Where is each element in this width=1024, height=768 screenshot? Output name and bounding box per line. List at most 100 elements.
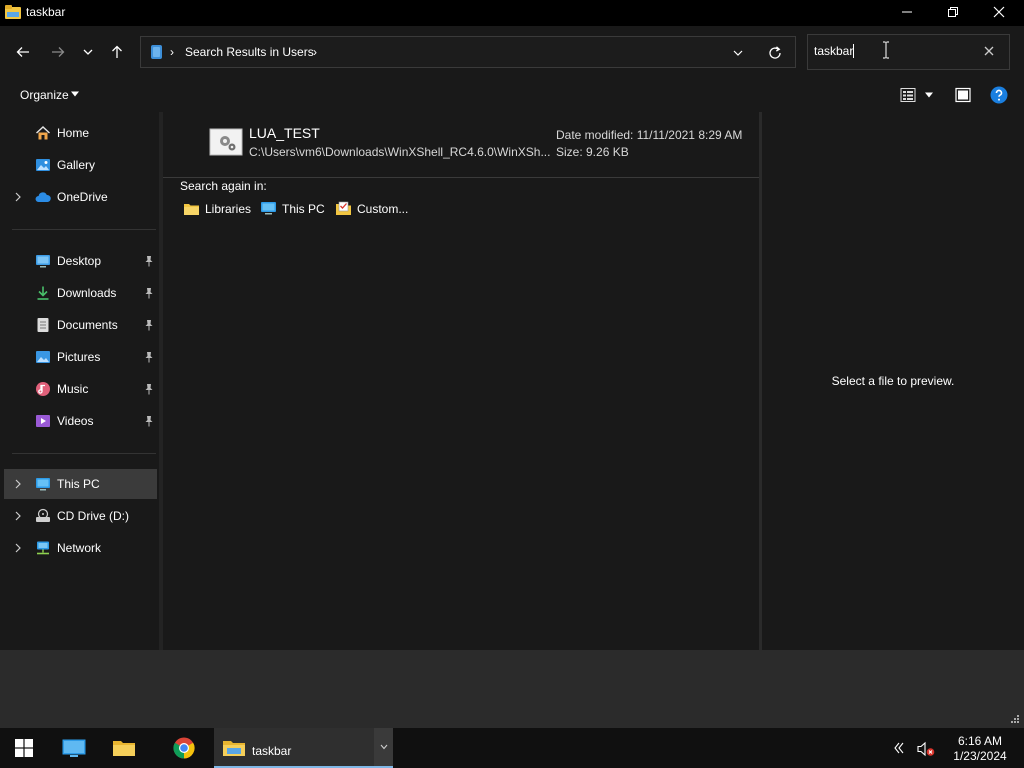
minimize-button[interactable] (884, 0, 930, 24)
sidebar-item-desktop[interactable]: Desktop (4, 246, 157, 276)
sidebar-item-home[interactable]: Home (4, 118, 157, 148)
chevron-right-icon[interactable] (14, 479, 22, 489)
search-box[interactable] (807, 34, 1010, 70)
restore-button[interactable] (930, 0, 976, 24)
taskbar-window-label: taskbar (252, 744, 292, 758)
sidebar-item-label: Gallery (57, 158, 96, 172)
recent-locations-button[interactable] (76, 40, 100, 64)
clock-time[interactable]: 6:16 AM (940, 734, 1020, 748)
address-dropdown-icon[interactable] (731, 46, 745, 60)
documents-icon (37, 318, 49, 332)
sidebar-item-label: Documents (57, 318, 118, 332)
pictures-icon (36, 351, 50, 363)
result-file-path: C:\Users\vm6\Downloads\WinXShell_RC4.6.0… (249, 145, 551, 159)
chevron-right-icon[interactable] (14, 511, 22, 521)
windows-logo-icon (15, 739, 33, 757)
pin-icon[interactable] (144, 415, 154, 427)
sidebar-item-label: Network (57, 541, 102, 555)
preview-pane-icon[interactable] (955, 87, 971, 103)
sidebar-item-gallery[interactable]: Gallery (4, 150, 157, 180)
arrow-up-icon (112, 45, 122, 58)
sidebar-item-onedrive[interactable]: OneDrive (4, 182, 157, 212)
navigation-pane: Home Gallery OneDrive Desktop Downloads … (4, 112, 160, 650)
arrow-left-icon (16, 47, 29, 57)
file-explorer-window: taskbar › Search Results in Users › task… (0, 0, 1024, 728)
sidebar-item-label: Desktop (57, 254, 102, 268)
view-options-caret-icon[interactable] (924, 91, 934, 99)
nav-divider (12, 453, 156, 454)
sidebar-item-downloads[interactable]: Downloads (4, 278, 157, 308)
clock-date[interactable]: 1/23/2024 (940, 749, 1020, 763)
sidebar-item-cd-drive[interactable]: CD Drive (D:) (4, 501, 157, 531)
taskbar-file-explorer-button[interactable] (102, 728, 146, 768)
sidebar-item-documents[interactable]: Documents (4, 310, 157, 340)
taskbar-desktop-button[interactable] (52, 728, 96, 768)
network-icon (37, 541, 49, 555)
search-again-label: Search again in: (180, 179, 267, 193)
folder-icon (113, 741, 135, 756)
pin-icon[interactable] (144, 255, 154, 267)
pin-icon[interactable] (144, 351, 154, 363)
breadcrumb-separator[interactable]: › (170, 45, 174, 59)
libraries-folder-icon (184, 204, 199, 215)
pin-icon[interactable] (144, 319, 154, 331)
search-again-item-label: This PC (282, 202, 325, 216)
results-divider (163, 177, 759, 178)
sidebar-item-label: Downloads (57, 286, 117, 300)
navigation-bar: › Search Results in Users › (0, 26, 1024, 76)
close-window-button[interactable] (976, 0, 1022, 24)
file-explorer-icon (5, 5, 21, 19)
pin-icon[interactable] (144, 287, 154, 299)
breadcrumb-separator-end[interactable]: › (313, 45, 317, 59)
start-button[interactable] (0, 728, 48, 768)
search-results-icon (151, 45, 162, 59)
this-pc-icon (261, 202, 276, 215)
preview-empty-message: Select a file to preview. (831, 374, 955, 388)
address-bar[interactable]: › Search Results in Users › (140, 36, 796, 68)
taskbar-window-menu-button[interactable] (374, 728, 393, 766)
home-icon (36, 126, 50, 140)
up-button[interactable] (105, 40, 129, 64)
sidebar-item-videos[interactable]: Videos (4, 406, 157, 436)
sidebar-item-music[interactable]: Music (4, 374, 157, 404)
caret-down-icon[interactable] (70, 90, 80, 98)
show-hidden-icons-icon[interactable] (893, 742, 905, 754)
details-area (0, 650, 1024, 728)
music-icon (36, 382, 50, 396)
chevron-down-icon (380, 744, 387, 750)
videos-icon (36, 415, 50, 427)
sidebar-item-network[interactable]: Network (4, 533, 157, 563)
search-input[interactable] (814, 44, 974, 58)
refresh-icon[interactable] (767, 45, 783, 61)
forward-button[interactable] (46, 40, 70, 64)
title-bar[interactable]: taskbar (0, 0, 1024, 26)
resize-grip-icon[interactable] (1010, 714, 1020, 724)
organize-menu-button[interactable]: Organize (20, 88, 69, 102)
arrow-right-icon (52, 47, 65, 57)
result-date-modified: Date modified: 11/11/2021 8:29 AM (556, 128, 743, 142)
back-button[interactable] (11, 40, 35, 64)
gallery-icon (36, 159, 50, 171)
result-item[interactable]: LUA_TEST C:\Users\vm6\Downloads\WinXShel… (173, 112, 759, 176)
help-icon[interactable] (990, 86, 1008, 104)
close-icon (993, 6, 1005, 18)
pin-icon[interactable] (144, 383, 154, 395)
sidebar-item-label: This PC (57, 477, 100, 491)
change-view-icon[interactable] (900, 87, 916, 103)
chrome-icon (173, 737, 195, 759)
chevron-right-icon[interactable] (14, 543, 22, 553)
taskbar-chrome-button[interactable] (162, 728, 206, 768)
chevron-right-icon[interactable] (14, 192, 22, 202)
volume-muted-icon[interactable] (917, 741, 935, 757)
breadcrumb-search-results[interactable]: Search Results in Users (185, 45, 314, 59)
sidebar-item-this-pc[interactable]: This PC (4, 469, 157, 499)
sidebar-item-label: Home (57, 126, 90, 140)
clear-search-icon[interactable] (982, 44, 996, 58)
text-caret (853, 44, 854, 58)
onedrive-icon (35, 192, 51, 202)
sidebar-item-pictures[interactable]: Pictures (4, 342, 157, 372)
search-results-list: LUA_TEST C:\Users\vm6\Downloads\WinXShel… (163, 112, 759, 650)
taskbar-active-explorer-window[interactable]: taskbar (214, 728, 393, 768)
ibeam-cursor-icon (883, 41, 889, 59)
search-again-item-label: Libraries (205, 202, 252, 216)
